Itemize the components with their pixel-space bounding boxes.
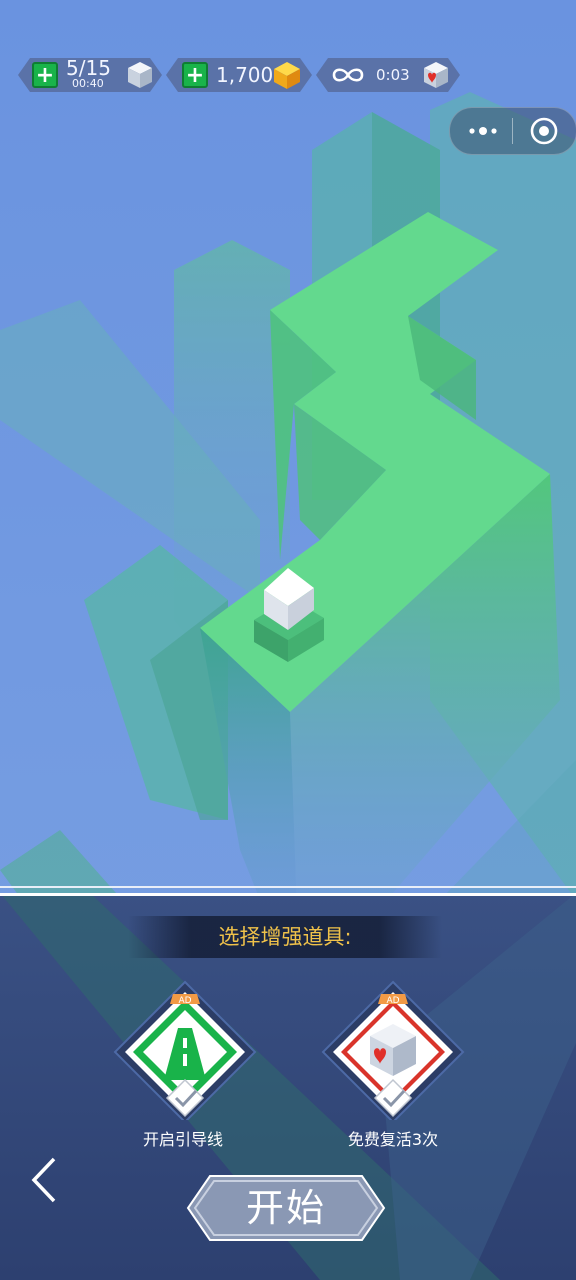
capsule-divider [512,118,513,144]
plus-icon[interactable]: + [32,62,58,88]
ad-badge: AD [386,996,399,1006]
lives-counter[interactable]: + 5/15 00:40 [18,58,162,92]
start-label: 开始 [245,1186,326,1230]
infinity-icon [330,65,366,85]
revive-counter[interactable]: 0:03 [316,58,460,92]
target-close-icon[interactable] [528,115,560,147]
panel-border [0,893,576,896]
panel-title-banner: 选择增强道具: [128,916,442,958]
coin-value: 1,700 [216,63,274,87]
powerup-guide-line[interactable]: AD [110,980,260,1124]
chevron-left-icon[interactable] [24,1155,64,1205]
heart-cube-powerup-icon: AD [321,980,465,1124]
panel-title: 选择增强道具: [218,925,352,949]
ad-badge: AD [178,996,191,1006]
powerup-revive-label: 免费复活3次 [347,1130,439,1149]
gold-cube-icon [272,60,302,90]
plus-icon[interactable]: + [182,62,208,88]
powerup-revive[interactable]: AD [318,980,468,1124]
miniprogram-capsule [449,107,576,155]
powerup-guide-label: 开启引导线 [142,1130,223,1149]
cube-icon [126,60,154,90]
more-dots-icon[interactable] [464,121,504,141]
start-button[interactable]: 开始 [186,1174,386,1242]
road-guide-icon: AD [113,980,257,1124]
heart-cube-icon [422,60,450,90]
panel-top-line [0,886,576,888]
revive-timer: 0:03 [376,66,410,84]
coin-counter[interactable]: + 1,700 [166,58,312,92]
lives-timer: 00:40 [72,77,104,90]
